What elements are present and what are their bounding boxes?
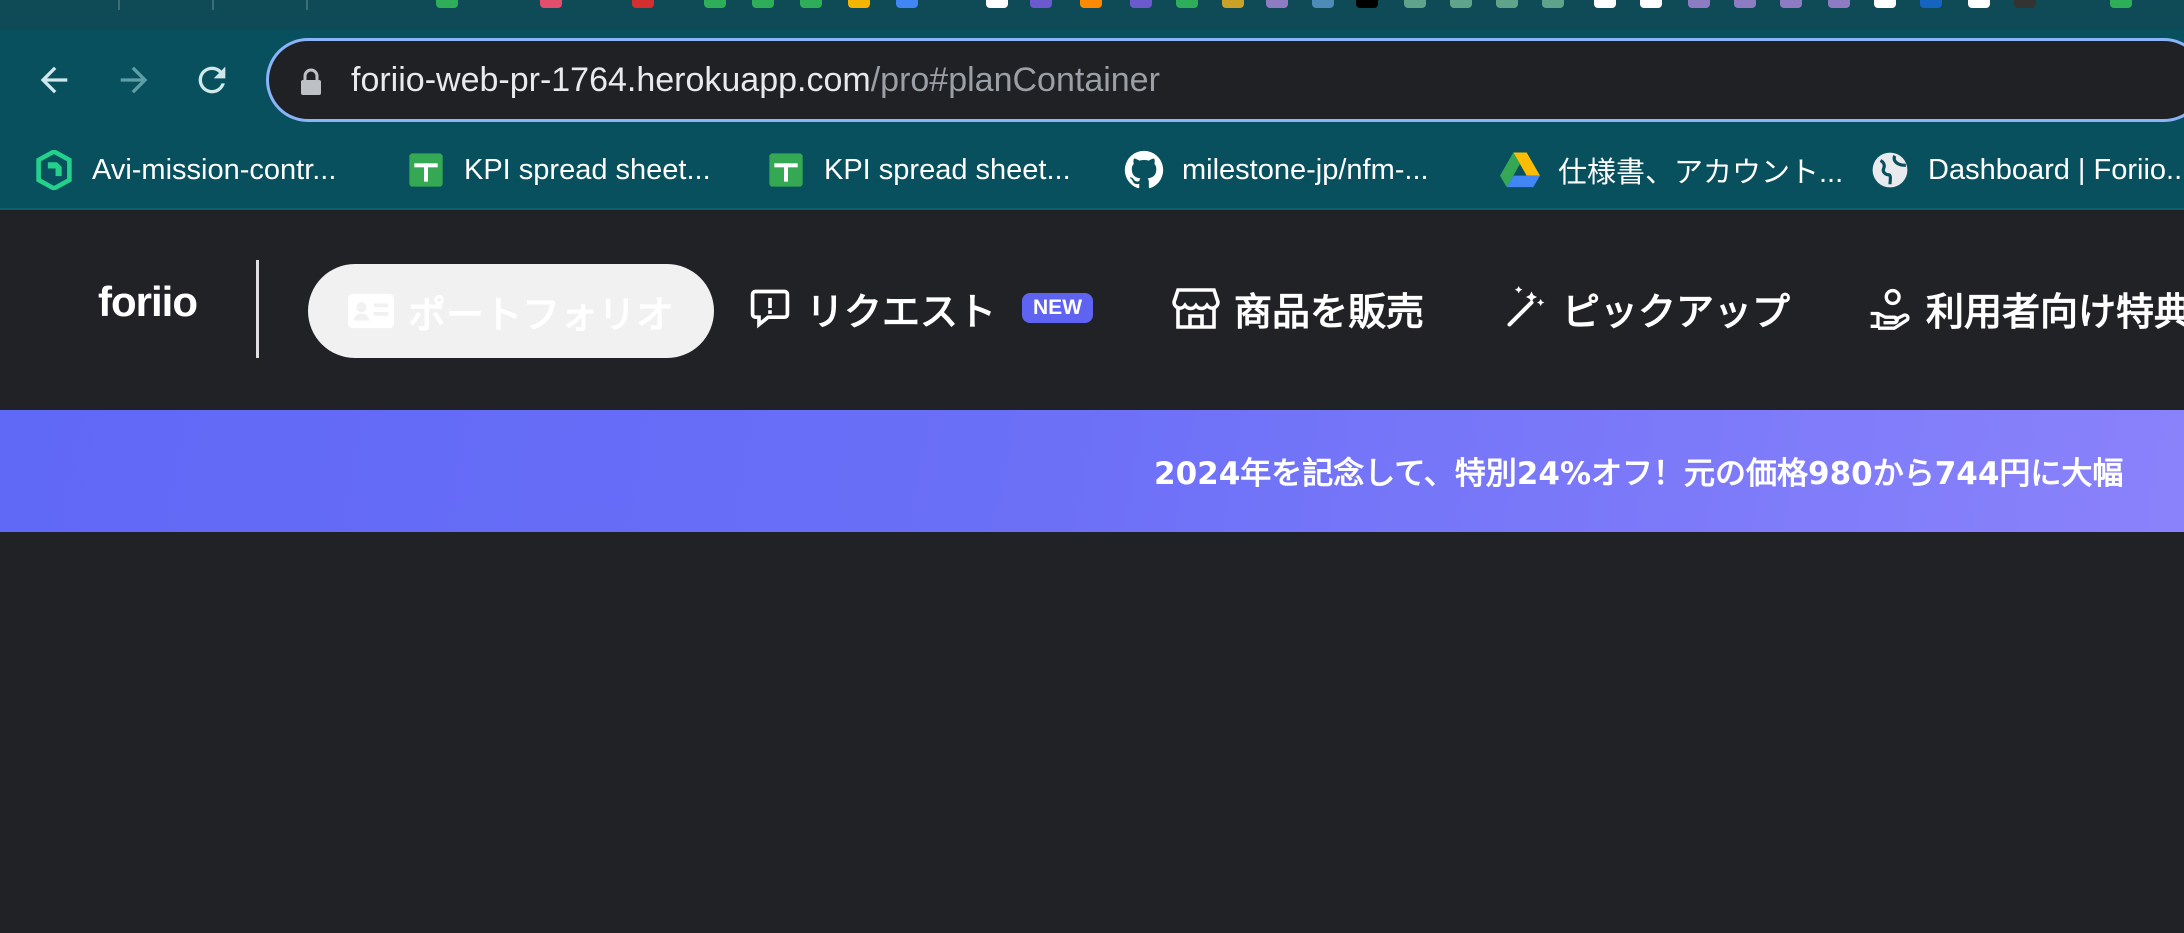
tab-favicon-icon[interactable] — [436, 0, 458, 8]
globe-icon — [1870, 150, 1910, 190]
nav-pickup-label: ピックアップ — [1562, 289, 1791, 334]
tab-favicon-icon[interactable] — [1080, 0, 1102, 8]
bookmark-label: KPI spread sheet... — [824, 153, 1071, 186]
site-header: foriio ポートフォリオ リクエスト NEW 商品を販売 ピックアップ 利用… — [0, 212, 2184, 410]
tab-favicon-icon[interactable] — [2014, 0, 2036, 8]
reload-button[interactable] — [184, 52, 240, 108]
bookmark-spec-doc[interactable]: 仕様書、アカウント... — [1500, 150, 1843, 190]
bookmark-kpi-sheet-2[interactable]: KPI spread sheet... — [766, 150, 1071, 190]
url-host: foriio-web-pr-1764.herokuapp.com — [351, 61, 871, 99]
tab-favicon-icon[interactable] — [2110, 0, 2132, 8]
tab-favicon-icon[interactable] — [986, 0, 1008, 8]
bookmark-label: Avi-mission-contr... — [92, 153, 337, 186]
avi-logo-icon — [34, 150, 74, 190]
tab-favicon-icon[interactable] — [1130, 0, 1152, 8]
tab-favicon-icon[interactable] — [704, 0, 726, 8]
arrow-right-icon — [120, 66, 148, 94]
tab-favicon-icon[interactable] — [1828, 0, 1850, 8]
hand-gift-icon — [1870, 288, 1910, 330]
bookmark-label: milestone-jp/nfm-... — [1182, 153, 1429, 186]
bookmark-avi-mission[interactable]: Avi-mission-contr... — [34, 150, 336, 190]
nav-sell-label: 商品を販売 — [1234, 289, 1425, 334]
speech-exclamation-icon — [750, 289, 790, 329]
nav-request-link[interactable]: リクエスト NEW — [748, 278, 1094, 338]
tab-separator — [212, 0, 214, 10]
bookmarks-bar: Avi-mission-contr... KPI spread sheet...… — [0, 130, 2184, 210]
url-path: /pro#planContainer — [870, 61, 1160, 99]
tab-favicon-icon[interactable] — [800, 0, 822, 8]
google-drive-icon — [1500, 150, 1540, 190]
bookmark-github-nfm[interactable]: milestone-jp/nfm-... — [1124, 150, 1429, 190]
bookmark-label: KPI spread sheet... — [464, 153, 711, 186]
nav-request-label: リクエスト — [806, 289, 997, 334]
bookmark-label: Dashboard | Foriio... — [1928, 153, 2184, 186]
tab-favicon-icon[interactable] — [1968, 0, 1990, 8]
tab-favicon-icon[interactable] — [1030, 0, 1052, 8]
tab-favicon-icon[interactable] — [632, 0, 654, 8]
tab-favicon-icon[interactable] — [1356, 0, 1378, 8]
browser-toolbar: foriio-web-pr-1764.herokuapp.com/pro#pla… — [0, 30, 2184, 130]
tab-favicon-icon[interactable] — [752, 0, 774, 8]
tab-favicon-icon[interactable] — [1404, 0, 1426, 8]
tab-favicon-icon[interactable] — [896, 0, 918, 8]
promo-banner: 2024年を記念して、特別24%オフ！元の価格980から744円に大幅 — [0, 410, 2184, 532]
tab-favicon-icon[interactable] — [1594, 0, 1616, 8]
tab-favicon-icon[interactable] — [1222, 0, 1244, 8]
arrow-left-icon — [40, 66, 68, 94]
new-badge: NEW — [1022, 293, 1094, 323]
github-icon — [1124, 150, 1164, 190]
address-bar[interactable]: foriio-web-pr-1764.herokuapp.com/pro#pla… — [266, 38, 2184, 122]
bookmark-label: 仕様書、アカウント... — [1558, 157, 1844, 189]
tab-favicon-icon[interactable] — [1780, 0, 1802, 8]
promo-banner-text: 2024年を記念して、特別24%オフ！元の価格980から744円に大幅 — [1154, 456, 2124, 492]
tab-favicon-icon[interactable] — [1920, 0, 1942, 8]
foriio-logo[interactable]: foriio — [98, 278, 198, 326]
google-sheets-icon — [406, 150, 446, 190]
page-content — [0, 532, 2184, 933]
nav-pickup-link[interactable]: ピックアップ — [1504, 278, 1790, 338]
lock-icon — [301, 68, 321, 95]
tab-favicon-icon[interactable] — [540, 0, 562, 8]
nav-sell-link[interactable]: 商品を販売 — [1172, 278, 1424, 338]
reload-icon — [198, 66, 226, 94]
nav-portfolio-button[interactable]: ポートフォリオ — [308, 264, 714, 358]
tab-separator — [118, 0, 120, 10]
tab-favicon-icon[interactable] — [1266, 0, 1288, 8]
tab-favicon-icon[interactable] — [1688, 0, 1710, 8]
nav-benefits-link[interactable]: 利用者向け特典 — [1866, 278, 2184, 338]
bookmark-kpi-sheet-1[interactable]: KPI spread sheet... — [406, 150, 711, 190]
storefront-icon — [1172, 288, 1220, 329]
tab-favicon-icon[interactable] — [1640, 0, 1662, 8]
browser-tab-strip — [0, 0, 2184, 30]
tab-favicon-icon[interactable] — [1542, 0, 1564, 8]
tab-favicon-icon[interactable] — [1176, 0, 1198, 8]
nav-portfolio-label: ポートフォリオ — [407, 292, 674, 337]
tab-favicon-icon[interactable] — [1450, 0, 1472, 8]
id-card-icon — [347, 293, 394, 329]
nav-benefits-label: 利用者向け特典 — [1926, 289, 2184, 334]
tab-favicon-icon[interactable] — [1496, 0, 1518, 8]
magic-wand-icon — [1507, 286, 1545, 327]
url-text[interactable]: foriio-web-pr-1764.herokuapp.com/pro#pla… — [351, 59, 1160, 101]
tab-favicon-icon[interactable] — [1312, 0, 1334, 8]
google-sheets-icon — [766, 150, 806, 190]
forward-button[interactable] — [106, 52, 162, 108]
tab-favicon-icon[interactable] — [1874, 0, 1896, 8]
tab-favicon-icon[interactable] — [848, 0, 870, 8]
header-divider — [256, 260, 259, 358]
bookmark-dashboard-foriio[interactable]: Dashboard | Foriio... — [1870, 150, 2184, 190]
tab-separator — [306, 0, 308, 10]
tab-favicon-icon[interactable] — [1734, 0, 1756, 8]
back-button[interactable] — [26, 52, 82, 108]
